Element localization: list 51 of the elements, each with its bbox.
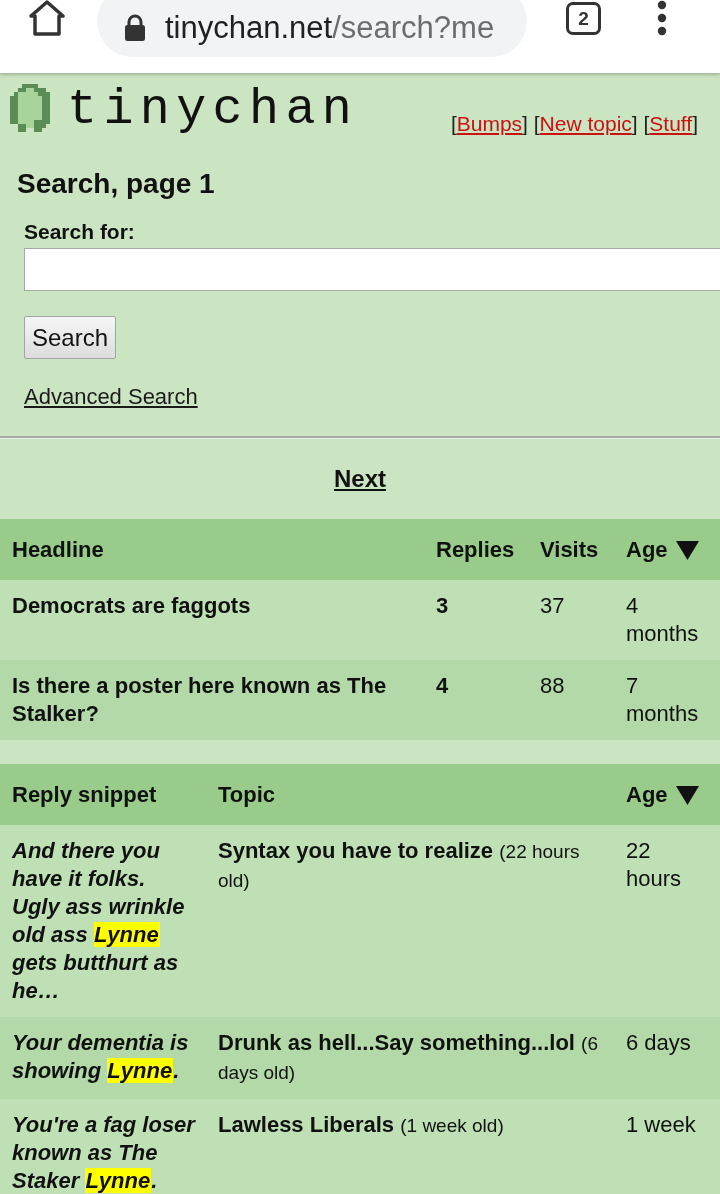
nav-bracket: ] xyxy=(692,112,698,135)
age-text: 6 days xyxy=(614,1017,720,1100)
advanced-search-link[interactable]: Advanced Search xyxy=(24,384,198,409)
column-header: Age xyxy=(626,537,668,563)
field-label: Search for: xyxy=(24,219,136,245)
age-text: 22 hours xyxy=(614,825,720,1018)
tab-switcher-button[interactable]: 2 xyxy=(566,2,601,35)
search-match-highlight: Lynne xyxy=(93,922,160,948)
column-header: Headline xyxy=(12,537,104,563)
page-heading: Search, page 1 xyxy=(17,167,216,201)
search-match-highlight: Lynne xyxy=(85,1168,152,1194)
address-bar[interactable]: tinychan.net/search?me xyxy=(97,0,527,57)
nav-bracket: [ xyxy=(533,112,540,135)
reply-snippet: And there you have it folks. Ugly ass wrinkle old ass Lynne gets butthurt as he… xyxy=(0,825,206,1018)
column-header: Replies xyxy=(436,537,515,563)
reply-count: 3 xyxy=(424,580,528,661)
age-text: 4 months xyxy=(614,580,720,661)
nav-bracket: [ xyxy=(643,112,650,135)
age-text: 1 week xyxy=(614,1099,720,1194)
nav-bracket: [ xyxy=(450,112,457,135)
visit-count: 88 xyxy=(528,660,614,741)
lock-icon xyxy=(124,14,146,41)
topic-link[interactable]: Lawless Liberals xyxy=(218,1112,395,1138)
pixel-logo-icon xyxy=(10,84,50,132)
nav-bracket: ] xyxy=(631,112,638,135)
search-match-highlight: Lynne xyxy=(107,1058,174,1084)
column-header: Age xyxy=(626,782,668,808)
column-header: Topic xyxy=(218,782,276,808)
nav-bracket: ] xyxy=(522,112,528,135)
site-logo-text[interactable]: tinychan xyxy=(67,88,359,132)
topic-summary: Drunk as hell...Say something...lol (6 days old) xyxy=(206,1017,614,1100)
reply-snippet: Your dementia is showing Lynne. xyxy=(0,1017,206,1100)
nav-link[interactable]: Bumps xyxy=(456,112,523,135)
reply-snippet: You're a fag loser known as The Staker Lynne. xyxy=(0,1099,206,1194)
topic-link[interactable]: Drunk as hell...Say something...lol xyxy=(218,1030,575,1056)
reply-count: 4 xyxy=(424,660,528,741)
topic-link[interactable]: Is there a poster here known as The Stalker? xyxy=(12,672,414,729)
visit-count: 37 xyxy=(528,580,614,661)
search-field[interactable] xyxy=(24,248,720,291)
topic-link[interactable]: Syntax you have to realize xyxy=(218,838,494,864)
home-icon[interactable] xyxy=(29,0,65,36)
column-header: Visits xyxy=(540,537,599,563)
topic-summary: Syntax you have to realize (22 hours old) xyxy=(206,825,614,1018)
next-link[interactable]: Next xyxy=(334,465,386,492)
age-text: 7 months xyxy=(614,660,720,741)
topic-link[interactable]: Democrats are faggots xyxy=(12,592,414,621)
nav-link[interactable]: New topic xyxy=(539,112,632,135)
column-header: Reply snippet xyxy=(12,782,157,808)
menu-icon[interactable] xyxy=(657,0,667,36)
search-button[interactable]: Search xyxy=(24,316,117,359)
topic-summary: Lawless Liberals (1 week old) xyxy=(206,1099,614,1194)
